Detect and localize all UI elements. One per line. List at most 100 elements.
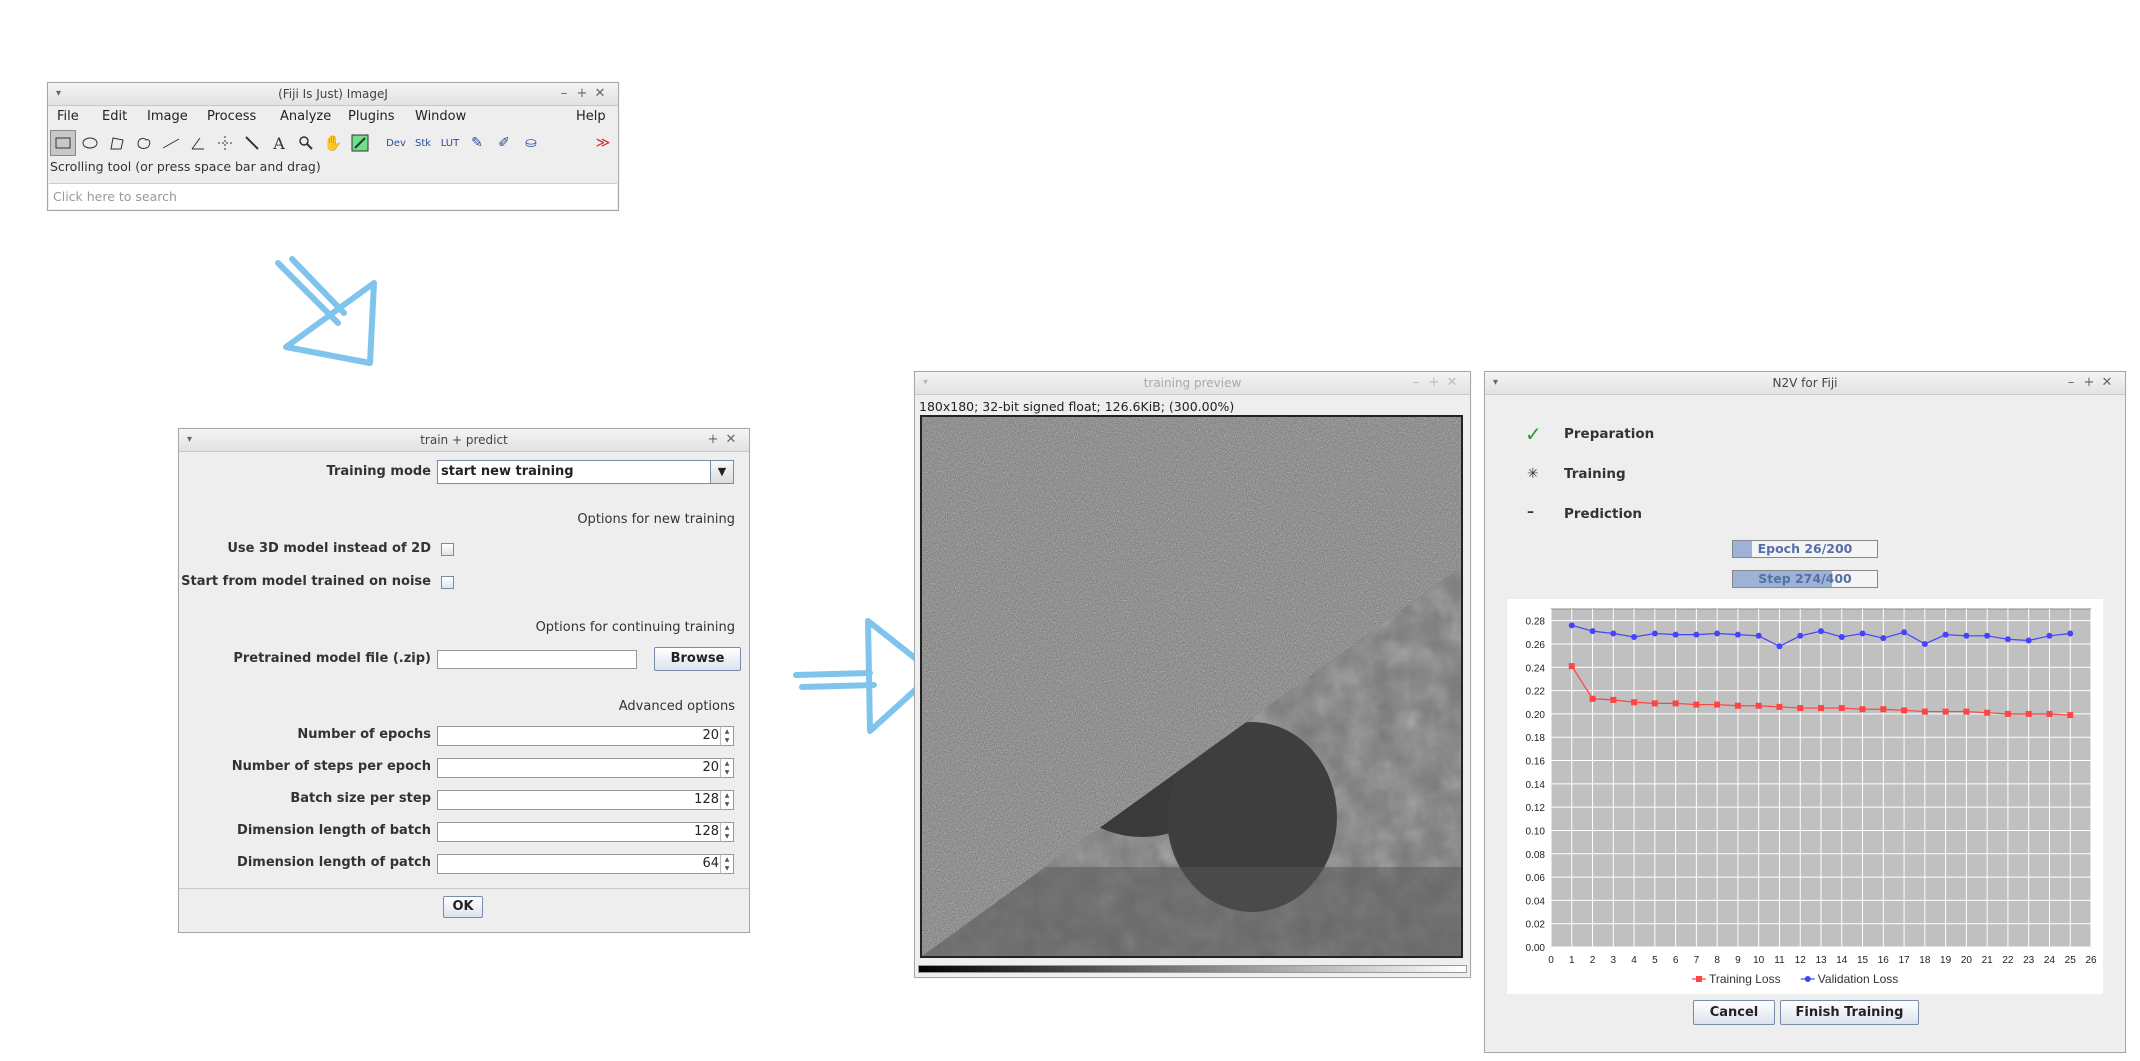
x-tick-label: 14 — [1836, 955, 1848, 966]
spinner-icon[interactable]: ▲ ▼ — [720, 759, 733, 777]
training-mode-select[interactable]: start new training ▼ — [437, 460, 734, 484]
y-tick-label: 0.26 — [1526, 640, 1546, 651]
color-picker-tool-icon[interactable] — [347, 130, 373, 156]
more-tools-icon[interactable]: ≫ — [590, 130, 616, 156]
menu-image[interactable]: Image — [147, 106, 188, 128]
window-menu-icon[interactable]: ▾ — [56, 83, 61, 105]
menu-process[interactable]: Process — [207, 106, 256, 128]
data-point — [1693, 631, 1700, 638]
x-tick-label: 13 — [1815, 955, 1827, 966]
spinner-icon[interactable]: ▲ ▼ — [720, 855, 733, 873]
data-point — [1818, 628, 1824, 635]
flood-fill-tool-icon[interactable]: ⛀ — [518, 130, 544, 156]
point-tool-icon[interactable] — [212, 130, 238, 156]
patch-dim-value: 64 — [702, 856, 719, 871]
data-point — [1610, 630, 1617, 637]
menu-plugins[interactable]: Plugins — [348, 106, 395, 128]
menu-analyze[interactable]: Analyze — [280, 106, 331, 128]
patch-dim-label: Dimension length of patch — [237, 855, 431, 870]
polygon-tool-icon[interactable] — [104, 130, 130, 156]
dialog-titlebar[interactable]: ▾ train + predict +✕ — [179, 429, 749, 452]
imagej-main-window: ▾ (Fiji Is Just) ImageJ – +✕ File Edit Im… — [47, 82, 619, 211]
use3d-checkbox[interactable] — [441, 543, 454, 556]
menu-file[interactable]: File — [57, 106, 79, 128]
data-point — [1651, 630, 1658, 637]
minimize-icon[interactable]: – — [558, 83, 576, 105]
data-point — [1797, 632, 1804, 639]
maximize-icon[interactable]: + — [2083, 372, 2101, 394]
x-tick-label: 21 — [1982, 955, 1994, 966]
magnifier-tool-icon[interactable] — [293, 130, 319, 156]
window-menu-icon[interactable]: ▾ — [1493, 372, 1498, 394]
pretrained-file-input[interactable] — [437, 650, 637, 669]
train-predict-dialog: ▾ train + predict +✕ Training mode start… — [178, 428, 750, 933]
spinner-icon[interactable]: ▲ ▼ — [720, 823, 733, 841]
divider — [179, 888, 749, 889]
maximize-icon[interactable]: + — [1428, 372, 1446, 394]
x-tick-label: 1 — [1569, 955, 1575, 966]
patch-dim-input[interactable]: 64 ▲ ▼ — [437, 854, 734, 874]
step-training: Training — [1564, 466, 1626, 482]
stk-tool-icon[interactable]: Stk — [410, 130, 436, 156]
maximize-icon[interactable]: + — [707, 429, 725, 451]
preview-titlebar[interactable]: ▾ training preview – +✕ — [915, 372, 1470, 395]
epochs-input[interactable]: 20 ▲ ▼ — [437, 726, 734, 746]
pencil-tool-icon[interactable]: ✎ — [464, 130, 490, 156]
cancel-button[interactable]: Cancel — [1693, 1000, 1775, 1025]
window-menu-icon[interactable]: ▾ — [187, 429, 192, 451]
spinner-icon[interactable]: ▲ ▼ — [720, 727, 733, 745]
search-input[interactable]: Click here to search — [49, 183, 617, 209]
maximize-icon[interactable]: + — [576, 83, 594, 105]
x-tick-label: 0 — [1548, 955, 1554, 966]
x-tick-label: 9 — [1735, 955, 1741, 966]
section-new-training: Options for new training — [577, 512, 735, 527]
preview-image[interactable] — [920, 415, 1463, 958]
text-tool-icon[interactable]: A — [266, 130, 292, 156]
menu-window[interactable]: Window — [415, 106, 466, 128]
minimize-icon[interactable]: – — [2065, 372, 2083, 394]
menu-edit[interactable]: Edit — [102, 106, 127, 128]
browse-button[interactable]: Browse — [654, 647, 741, 671]
data-point — [1589, 695, 1596, 702]
hand-tool-icon[interactable]: ✋ — [320, 130, 346, 156]
brush-tool-icon[interactable]: ✐ — [491, 130, 517, 156]
angle-tool-icon[interactable] — [185, 130, 211, 156]
close-icon[interactable]: ✕ — [1446, 372, 1464, 394]
close-icon[interactable]: ✕ — [725, 429, 743, 451]
minimize-icon[interactable]: – — [1410, 372, 1428, 394]
menu-help[interactable]: Help — [576, 106, 606, 128]
data-point — [1714, 630, 1721, 637]
lut-tool-icon[interactable]: LUT — [437, 130, 463, 156]
data-point — [1901, 629, 1908, 636]
finish-training-button[interactable]: Finish Training — [1780, 1000, 1919, 1025]
preview-scrollbar[interactable] — [918, 965, 1467, 973]
data-point — [1568, 622, 1575, 629]
spinner-icon[interactable]: ▲ ▼ — [720, 791, 733, 809]
dev-tool-icon[interactable]: Dev — [383, 130, 409, 156]
noise-model-checkbox[interactable] — [441, 576, 454, 589]
line-tool-icon[interactable] — [158, 130, 184, 156]
imagej-titlebar[interactable]: ▾ (Fiji Is Just) ImageJ – +✕ — [48, 83, 618, 106]
close-icon[interactable]: ✕ — [2101, 372, 2119, 394]
window-menu-icon[interactable]: ▾ — [923, 372, 928, 394]
data-point — [2004, 710, 2011, 717]
noise-model-label: Start from model trained on noise — [181, 574, 431, 589]
data-point — [1734, 631, 1741, 638]
x-tick-label: 23 — [2023, 955, 2035, 966]
n2v-titlebar[interactable]: ▾ N2V for Fiji – +✕ — [1485, 372, 2125, 395]
close-icon[interactable]: ✕ — [594, 83, 612, 105]
chevron-down-icon[interactable]: ▼ — [710, 461, 733, 483]
wand-tool-icon[interactable] — [239, 130, 265, 156]
oval-tool-icon[interactable] — [77, 130, 103, 156]
steps-input[interactable]: 20 ▲ ▼ — [437, 758, 734, 778]
freehand-tool-icon[interactable] — [131, 130, 157, 156]
x-tick-label: 12 — [1795, 955, 1807, 966]
batch-dim-input[interactable]: 128 ▲ ▼ — [437, 822, 734, 842]
data-point — [1838, 633, 1845, 640]
n2v-window: ▾ N2V for Fiji – +✕ ✓ Preparation ✳ Train… — [1484, 371, 2126, 1053]
rectangle-tool-icon[interactable] — [50, 130, 76, 156]
batch-size-input[interactable]: 128 ▲ ▼ — [437, 790, 734, 810]
ok-button[interactable]: OK — [443, 896, 483, 918]
data-point — [1672, 700, 1679, 707]
spinner-icon: ✳ — [1527, 466, 1539, 482]
